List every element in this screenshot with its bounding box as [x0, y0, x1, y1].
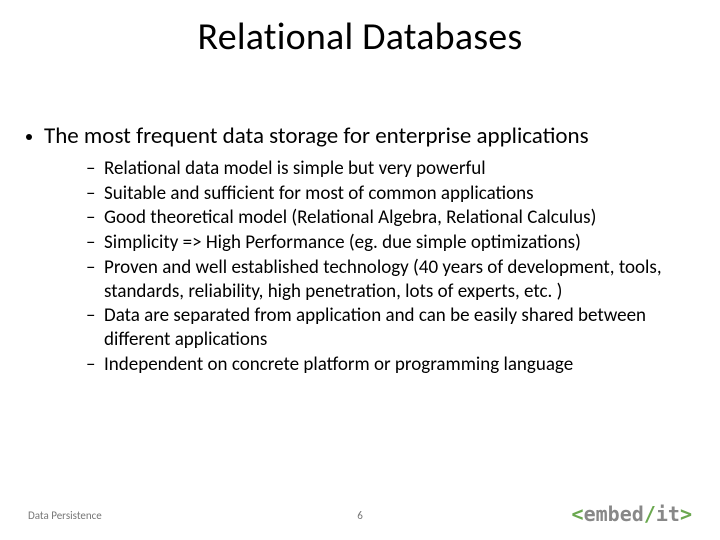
logo-slash: /	[644, 502, 656, 526]
dash-icon: –	[86, 304, 104, 328]
bullet-level2-text: Proven and well established technology (…	[104, 256, 690, 304]
bullet-level2-text: Relational data model is simple but very…	[104, 157, 486, 181]
logo-lt: <	[572, 502, 584, 526]
bullet-level2: – Data are separated from application an…	[86, 304, 690, 352]
dash-icon: –	[86, 182, 104, 206]
bullet-level2-text: Simplicity => High Performance (eg. due …	[104, 231, 581, 255]
bullet-level2-text: Data are separated from application and …	[104, 304, 690, 352]
bullet-level2-text: Independent on concrete platform or prog…	[104, 353, 573, 377]
slide: Relational Databases The most frequent d…	[0, 0, 720, 540]
bullet-dot-icon	[26, 134, 32, 140]
dash-icon: –	[86, 157, 104, 181]
logo-name: embed	[584, 502, 644, 526]
bullet-level2-text: Good theoretical model (Relational Algeb…	[104, 206, 596, 230]
logo-it: it	[656, 502, 680, 526]
embedit-logo: <embed/it>	[572, 502, 692, 526]
slide-title: Relational Databases	[0, 14, 720, 60]
slide-body: The most frequent data storage for enter…	[26, 122, 690, 378]
bullet-level2: – Good theoretical model (Relational Alg…	[86, 206, 690, 230]
dash-icon: –	[86, 256, 104, 280]
bullet-level1: The most frequent data storage for enter…	[26, 122, 690, 151]
dash-icon: –	[86, 206, 104, 230]
bullet-level2: – Proven and well established technology…	[86, 256, 690, 304]
bullet-level2: – Simplicity => High Performance (eg. du…	[86, 231, 690, 255]
dash-icon: –	[86, 353, 104, 377]
bullet-level2: – Independent on concrete platform or pr…	[86, 353, 690, 377]
slide-footer: Data Persistence 6 <embed/it>	[28, 498, 692, 522]
footer-left-text: Data Persistence	[28, 509, 102, 522]
bullet-level2: – Suitable and sufficient for most of co…	[86, 182, 690, 206]
logo-gt: >	[680, 502, 692, 526]
bullet-level2-list: – Relational data model is simple but ve…	[26, 157, 690, 377]
bullet-level2-text: Suitable and sufficient for most of comm…	[104, 182, 534, 206]
page-number: 6	[357, 509, 363, 522]
bullet-level2: – Relational data model is simple but ve…	[86, 157, 690, 181]
dash-icon: –	[86, 231, 104, 255]
bullet-level1-text: The most frequent data storage for enter…	[44, 122, 589, 151]
